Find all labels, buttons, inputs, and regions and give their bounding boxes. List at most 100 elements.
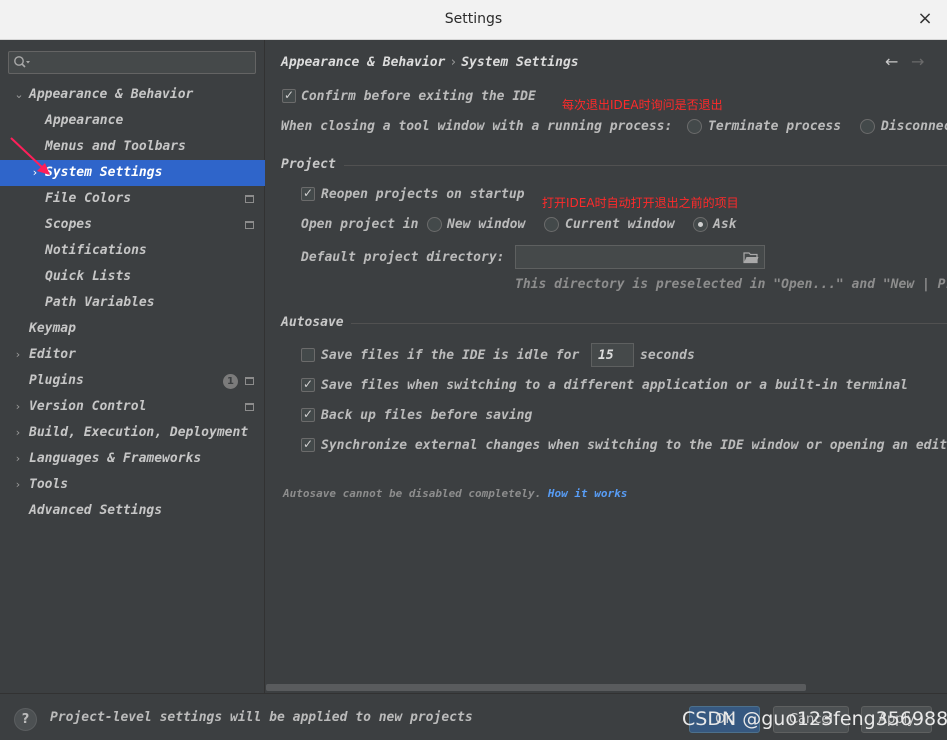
save-idle-checkbox[interactable] bbox=[301, 348, 315, 362]
sync-external-label: Synchronize external changes when switch… bbox=[321, 438, 947, 453]
sidebar-item-label: Notifications bbox=[45, 243, 147, 258]
current-window-label: Current window bbox=[565, 217, 675, 232]
project-level-icon bbox=[245, 195, 254, 203]
sidebar-item-appearance-behavior[interactable]: ⌄ Appearance & Behavior bbox=[0, 82, 265, 108]
checkmark-icon: ✓ bbox=[284, 88, 295, 102]
sidebar-item-label: Appearance bbox=[45, 113, 124, 128]
update-count-badge: 1 bbox=[223, 374, 238, 389]
disconnect-label: Disconnect bbox=[881, 119, 947, 134]
confirm-exit-checkbox[interactable]: ✓ bbox=[282, 88, 296, 103]
chevron-right-icon: › bbox=[15, 452, 21, 465]
sidebar-item-build-execution-deployment[interactable]: › Build, Execution, Deployment bbox=[0, 420, 265, 446]
disconnect-radio[interactable] bbox=[860, 119, 875, 134]
seconds-label: seconds bbox=[640, 348, 695, 363]
sidebar-item-quick-lists[interactable]: Quick Lists bbox=[0, 264, 265, 290]
sidebar-item-label: System Settings bbox=[45, 165, 163, 180]
default-directory-input[interactable] bbox=[515, 245, 765, 269]
ask-radio[interactable] bbox=[693, 217, 708, 232]
breadcrumb-current: System Settings bbox=[461, 55, 579, 70]
terminate-process-radio[interactable] bbox=[687, 119, 702, 134]
breadcrumb-separator: › bbox=[449, 55, 458, 70]
sidebar-item-notifications[interactable]: Notifications bbox=[0, 238, 265, 264]
reopen-projects-label: Reopen projects on startup bbox=[321, 187, 525, 202]
chevron-down-icon: ⌄ bbox=[14, 88, 24, 101]
save-idle-label: Save files if the IDE is idle for bbox=[321, 348, 580, 363]
window-title: Settings bbox=[444, 11, 503, 27]
sidebar-item-label: Editor bbox=[29, 347, 76, 362]
current-window-radio[interactable] bbox=[544, 217, 559, 232]
sidebar-item-keymap[interactable]: Keymap bbox=[0, 316, 265, 342]
save-on-switch-label: Save files when switching to a different… bbox=[321, 378, 908, 393]
idle-seconds-input[interactable]: 15 bbox=[591, 343, 634, 367]
checkmark-icon: ✓ bbox=[303, 377, 314, 391]
sidebar-item-label: Quick Lists bbox=[45, 269, 132, 284]
settings-content: Appearance & Behavior › System Settings ← … bbox=[266, 40, 947, 693]
sidebar-item-languages-frameworks[interactable]: › Languages & Frameworks bbox=[0, 446, 265, 472]
sidebar-item-file-colors[interactable]: File Colors bbox=[0, 186, 265, 212]
sidebar-item-tools[interactable]: › Tools bbox=[0, 472, 265, 498]
sidebar-item-label: Tools bbox=[29, 477, 69, 492]
backup-files-checkbox[interactable]: ✓ bbox=[301, 407, 315, 422]
sidebar-item-label: Scopes bbox=[45, 217, 92, 232]
autosave-section-header: Autosave bbox=[281, 315, 344, 330]
back-arrow-icon[interactable]: ← bbox=[885, 52, 898, 71]
terminate-process-label: Terminate process bbox=[708, 119, 842, 134]
confirm-exit-label: Confirm before exiting the IDE bbox=[301, 89, 536, 104]
forward-arrow-icon[interactable]: → bbox=[911, 52, 924, 71]
backup-files-label: Back up files before saving bbox=[321, 408, 533, 423]
sidebar-item-label: Appearance & Behavior bbox=[29, 87, 194, 102]
sidebar-item-label: Keymap bbox=[29, 321, 76, 336]
project-level-icon bbox=[245, 221, 254, 229]
breadcrumb: Appearance & Behavior › System Settings bbox=[281, 55, 579, 70]
settings-sidebar: ⌄ Appearance & Behavior Appearance Menus… bbox=[0, 40, 265, 693]
horizontal-scrollbar[interactable] bbox=[266, 684, 806, 691]
new-window-radio[interactable] bbox=[427, 217, 442, 232]
save-on-switch-checkbox[interactable]: ✓ bbox=[301, 377, 315, 392]
new-window-label: New window bbox=[447, 217, 526, 232]
sidebar-item-label: Advanced Settings bbox=[29, 503, 163, 518]
annotation-exit-note: 每次退出IDEA时询问是否退出 bbox=[562, 98, 723, 112]
sidebar-item-label: Menus and Toolbars bbox=[45, 139, 186, 154]
sidebar-item-scopes[interactable]: Scopes bbox=[0, 212, 265, 238]
default-directory-hint: This directory is preselected in "Open..… bbox=[515, 277, 947, 292]
default-directory-label: Default project directory: bbox=[301, 250, 505, 265]
project-level-icon bbox=[245, 377, 254, 385]
sidebar-item-version-control[interactable]: › Version Control bbox=[0, 394, 265, 420]
close-icon[interactable]: × bbox=[915, 9, 935, 29]
sidebar-item-label: Version Control bbox=[29, 399, 147, 414]
checkmark-icon: ✓ bbox=[303, 407, 314, 421]
autosave-note-text: Autosave cannot be disabled completely. bbox=[283, 487, 542, 500]
sidebar-item-plugins[interactable]: Plugins 1 bbox=[0, 368, 265, 394]
sidebar-item-label: Path Variables bbox=[45, 295, 155, 310]
annotation-reopen-note: 打开IDEA时自动打开退出之前的项目 bbox=[542, 196, 739, 210]
closing-window-label: When closing a tool window with a runnin… bbox=[281, 119, 673, 134]
sidebar-item-label: File Colors bbox=[45, 191, 132, 206]
sidebar-item-label: Plugins bbox=[29, 373, 84, 388]
how-it-works-link[interactable]: How it works bbox=[548, 487, 627, 500]
chevron-right-icon: › bbox=[15, 348, 21, 361]
sidebar-item-label: Build, Execution, Deployment bbox=[29, 425, 249, 440]
sidebar-item-appearance[interactable]: Appearance bbox=[0, 108, 265, 134]
folder-icon[interactable] bbox=[743, 251, 759, 264]
sidebar-item-editor[interactable]: › Editor bbox=[0, 342, 265, 368]
breadcrumb-parent[interactable]: Appearance & Behavior bbox=[281, 55, 445, 70]
section-divider bbox=[351, 323, 947, 324]
sidebar-item-path-variables[interactable]: Path Variables bbox=[0, 290, 265, 316]
chevron-right-icon: › bbox=[15, 478, 21, 491]
project-section-header: Project bbox=[281, 157, 336, 172]
reopen-projects-checkbox[interactable]: ✓ bbox=[301, 186, 315, 201]
sync-external-checkbox[interactable]: ✓ bbox=[301, 437, 315, 452]
project-level-icon bbox=[245, 403, 254, 411]
title-bar: Settings × bbox=[0, 0, 947, 40]
search-input[interactable] bbox=[8, 51, 256, 74]
footer-message: Project-level settings will be applied t… bbox=[50, 710, 473, 725]
csdn-watermark: CSDN @guo123feng356988 bbox=[682, 708, 947, 730]
ask-label: Ask bbox=[713, 217, 737, 232]
chevron-right-icon: › bbox=[15, 426, 21, 439]
help-button[interactable]: ? bbox=[14, 708, 37, 731]
annotation-arrow-icon bbox=[10, 137, 50, 175]
autosave-note: Autosave cannot be disabled completely. … bbox=[283, 487, 627, 500]
chevron-right-icon: › bbox=[15, 400, 21, 413]
sidebar-item-advanced-settings[interactable]: Advanced Settings bbox=[0, 498, 265, 524]
open-project-in-label: Open project in bbox=[301, 217, 419, 232]
